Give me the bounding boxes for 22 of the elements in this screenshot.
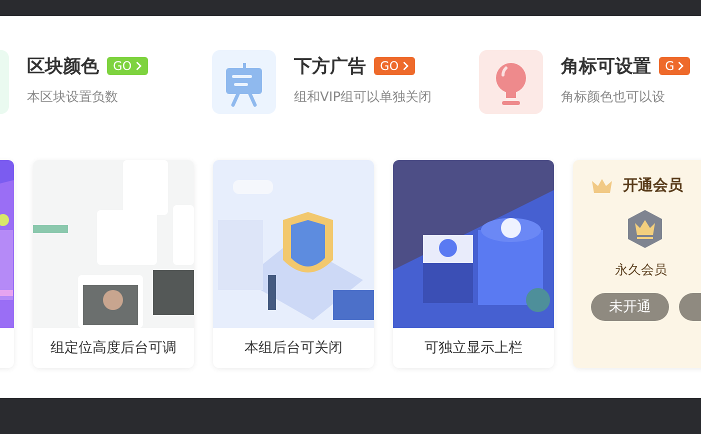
crown-badge-icon xyxy=(627,209,663,249)
feature-title: 角标可设置 xyxy=(561,55,651,78)
card-background[interactable]: 本组后台可关闭 xyxy=(213,160,374,368)
feature-subtitle: 组和VIP组可以单独关闭 xyxy=(294,89,432,106)
card-caption: 组定位高度后台可调 xyxy=(50,339,176,357)
card-caption: 可独立显示上栏 xyxy=(424,339,522,357)
card-background[interactable]: 组定位高度后台可调 xyxy=(33,160,194,368)
easel-icon[interactable] xyxy=(212,50,276,114)
feature-subtitle: 本区块设置负数 xyxy=(27,89,119,106)
feature-title: 下方广告 xyxy=(294,55,366,78)
lightbulb-icon[interactable] xyxy=(479,50,543,114)
go-badge[interactable]: G xyxy=(659,57,690,75)
feature-title: 区块颜色 xyxy=(27,55,99,78)
activate-button[interactable]: 未开通 xyxy=(591,293,669,321)
card-caption: 本组后台可关闭 xyxy=(244,339,342,357)
card-background[interactable]: 可独立显示上栏 xyxy=(393,160,554,368)
go-badge[interactable]: GO xyxy=(374,57,415,75)
feature-subtitle: 角标颜色也可以设 xyxy=(561,89,666,106)
crown-icon xyxy=(591,178,613,194)
go-badge[interactable]: GO xyxy=(107,57,148,75)
membership-level: 永久会员 xyxy=(615,262,667,279)
membership-title: 开通会员 xyxy=(623,176,683,195)
